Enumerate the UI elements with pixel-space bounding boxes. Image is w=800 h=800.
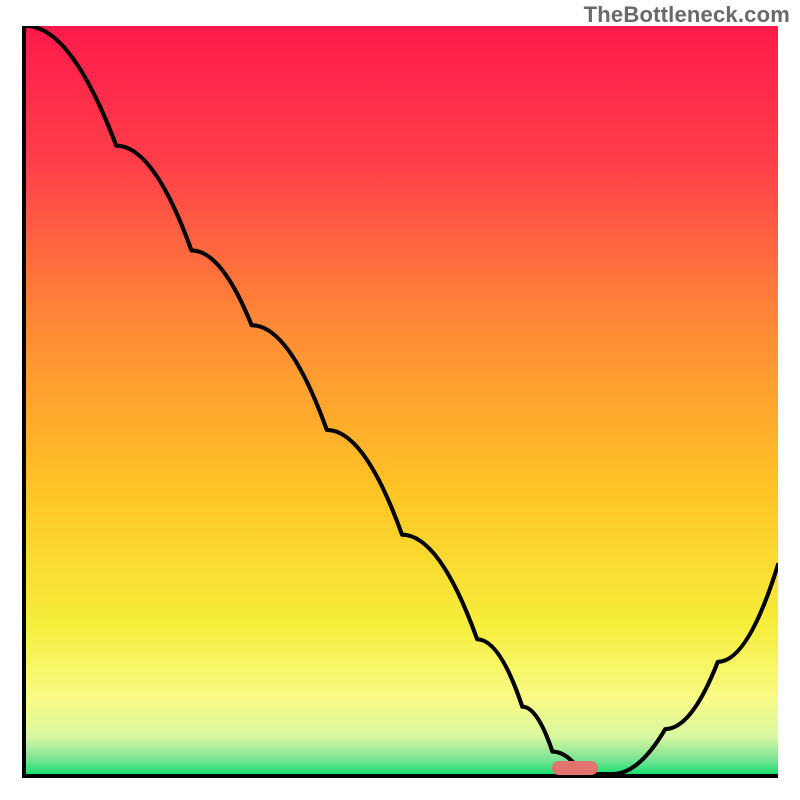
watermark-text: TheBottleneck.com <box>584 2 790 28</box>
chart-axes <box>22 26 778 778</box>
curve-path <box>26 26 778 774</box>
bottleneck-curve <box>26 26 778 774</box>
optimal-marker <box>552 761 597 775</box>
